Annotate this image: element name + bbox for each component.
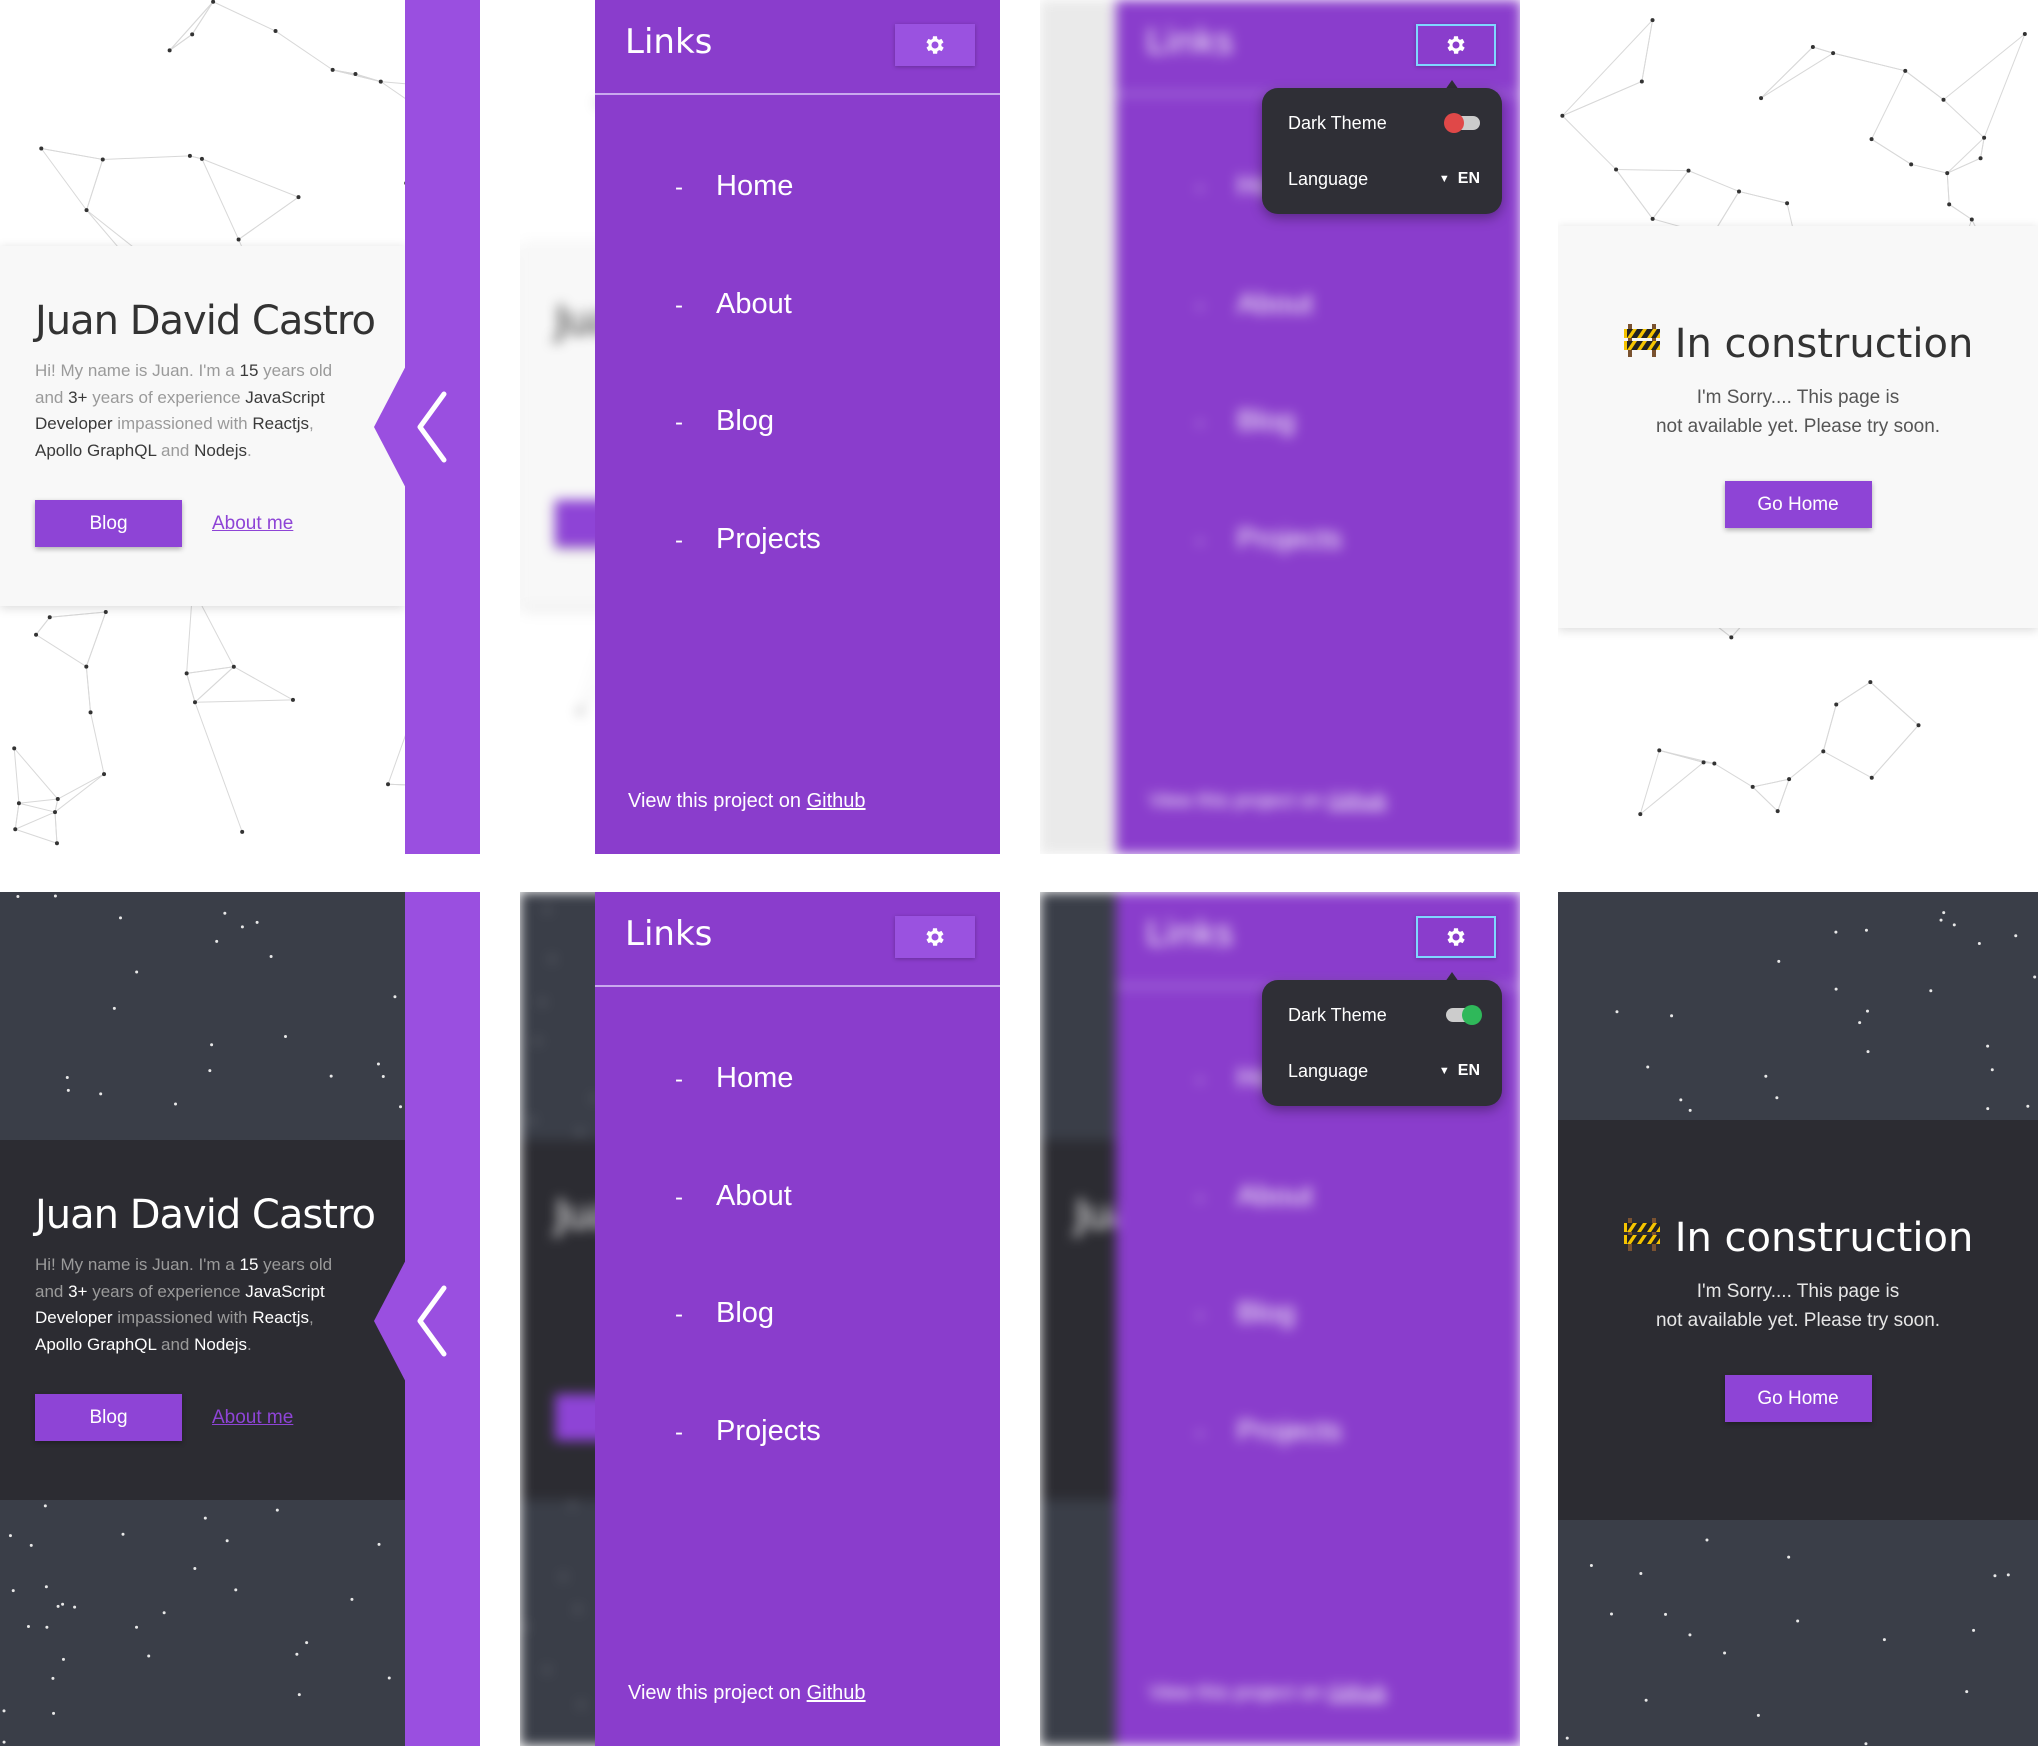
language-label: Language xyxy=(1288,1060,1369,1081)
about-me-link[interactable]: About me xyxy=(212,1407,293,1429)
drawer-menu: - Home - About - Blog - Projects xyxy=(675,1062,821,1532)
about-me-link[interactable]: About me xyxy=(212,513,293,535)
drawer-screen-dark: Juan David Castro Blog Links -Home -Abou… xyxy=(520,892,1000,1746)
intro-actions: Blog About me xyxy=(35,500,293,547)
dark-theme-label: Dark Theme xyxy=(1288,1004,1387,1025)
open-drawer-tab[interactable] xyxy=(374,358,480,496)
settings-screen-light: Links -Home -About -Blog -Projects View … xyxy=(1040,0,1520,854)
dark-theme-row: Dark Theme xyxy=(1288,108,1480,138)
settings-screen-dark: Juan David Castro Links -Home -About -Bl… xyxy=(1040,892,1520,1746)
links-drawer: Links - Home - About - Blog - Projects View … xyxy=(595,892,1000,1746)
language-row: Language ▼ EN xyxy=(1288,1056,1480,1086)
language-row: Language ▼ EN xyxy=(1288,164,1480,194)
github-link[interactable]: Github xyxy=(807,1682,866,1704)
intro-card: Juan David Castro Hi! My name is Juan. I… xyxy=(0,246,405,606)
menu-item-projects[interactable]: - Projects xyxy=(675,1415,821,1533)
dark-theme-row: Dark Theme xyxy=(1288,1000,1482,1030)
drawer-divider xyxy=(595,985,1000,987)
gear-icon xyxy=(1447,36,1465,54)
language-select[interactable]: ▼ EN xyxy=(1439,170,1480,188)
construction-message: I'm Sorry.... This page is not available … xyxy=(1655,1281,1941,1331)
language-label: Language xyxy=(1288,168,1369,189)
author-name: Juan David Castro xyxy=(35,1192,376,1238)
dark-theme-row: Juan David Castro Hi! My name is Juan. I… xyxy=(0,892,2038,1746)
dark-theme-toggle[interactable] xyxy=(1444,113,1480,133)
open-drawer-tab[interactable] xyxy=(374,1252,480,1390)
construction-icon xyxy=(1623,1215,1661,1261)
construction-title: In construction xyxy=(1558,1215,2038,1261)
settings-button-active[interactable] xyxy=(1416,24,1496,66)
construction-screen-light: In construction I'm Sorry.... This page … xyxy=(1558,0,2038,854)
gear-icon xyxy=(1447,928,1465,946)
intro-card: Juan David Castro Hi! My name is Juan. I… xyxy=(0,1140,405,1500)
construction-card: In construction I'm Sorry.... This page … xyxy=(1558,226,2038,628)
construction-screen-dark: In construction I'm Sorry.... This page … xyxy=(1558,892,2038,1746)
intro-bio: Hi! My name is Juan. I'm a 15 years old … xyxy=(35,1255,333,1354)
menu-item-about[interactable]: - About xyxy=(675,1180,821,1298)
home-screen-dark: Juan David Castro Hi! My name is Juan. I… xyxy=(0,892,480,1746)
language-select[interactable]: ▼ EN xyxy=(1439,1062,1480,1080)
settings-button-active[interactable] xyxy=(1416,916,1496,958)
author-name: Juan David Castro xyxy=(35,298,376,344)
go-home-button[interactable]: Go Home xyxy=(1724,481,1872,528)
blog-button[interactable]: Blog xyxy=(35,500,182,547)
go-home-button[interactable]: Go Home xyxy=(1724,1375,1872,1422)
links-drawer: Links - Home - About - Blog - Projects View … xyxy=(595,0,1000,854)
gear-icon xyxy=(926,36,944,54)
drawer-divider xyxy=(595,93,1000,95)
settings-popup: Dark Theme Language ▼ EN xyxy=(1262,88,1502,214)
menu-item-about[interactable]: - About xyxy=(675,288,821,406)
settings-button[interactable] xyxy=(895,24,975,66)
caret-down-icon: ▼ xyxy=(1438,173,1450,185)
construction-card: In construction I'm Sorry.... This page … xyxy=(1558,1120,2038,1520)
intro-actions: Blog About me xyxy=(35,1394,293,1441)
github-link[interactable]: Github xyxy=(807,790,866,812)
construction-message: I'm Sorry.... This page is not available … xyxy=(1655,387,1941,437)
drawer-menu: - Home - About - Blog - Projects xyxy=(675,170,821,640)
menu-item-home[interactable]: - Home xyxy=(675,170,821,288)
light-theme-row: Juan David Castro Hi! My name is Juan. I… xyxy=(0,0,2038,854)
intro-bio: Hi! My name is Juan. I'm a 15 years old … xyxy=(35,361,333,460)
settings-button[interactable] xyxy=(895,916,975,958)
gear-icon xyxy=(926,928,944,946)
home-screen-light: Juan David Castro Hi! My name is Juan. I… xyxy=(0,0,480,854)
menu-item-projects[interactable]: - Projects xyxy=(675,523,821,641)
dark-theme-toggle[interactable] xyxy=(1446,1005,1482,1025)
menu-item-blog[interactable]: - Blog xyxy=(675,405,821,523)
construction-title: In construction xyxy=(1558,321,2038,367)
construction-icon xyxy=(1623,321,1661,367)
drawer-footer: View this project on Github xyxy=(628,1682,866,1704)
menu-item-home[interactable]: - Home xyxy=(675,1062,821,1180)
drawer-screen-light: Juan David Castro Blog Links -Home -Abou… xyxy=(520,0,1000,854)
blog-button[interactable]: Blog xyxy=(35,1394,182,1441)
settings-popup: Dark Theme Language ▼ EN xyxy=(1262,980,1502,1106)
drawer-title: Links xyxy=(625,22,713,62)
menu-item-blog[interactable]: - Blog xyxy=(675,1297,821,1415)
caret-down-icon: ▼ xyxy=(1438,1065,1450,1077)
dark-theme-label: Dark Theme xyxy=(1288,112,1387,133)
drawer-footer: View this project on Github xyxy=(628,790,866,812)
drawer-title: Links xyxy=(625,914,713,954)
